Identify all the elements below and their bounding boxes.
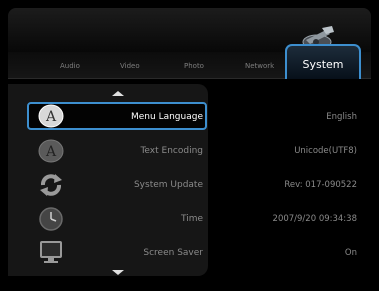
setting-label: Menu Language (131, 112, 203, 122)
a-letter-icon: A (38, 139, 64, 163)
setting-row-system-update[interactable]: System Update Rev: 017-090522 (0, 168, 379, 202)
setting-label: System Update (133, 180, 203, 190)
tab-system-label: System (302, 58, 344, 71)
setting-label: Text Encoding (140, 146, 203, 156)
scroll-down-arrow-icon[interactable] (112, 270, 124, 275)
setting-row-time[interactable]: Time 2007/9/20 09:34:38 (0, 202, 379, 236)
clock-icon (39, 207, 63, 231)
svg-text:A: A (45, 109, 57, 125)
refresh-arrows-icon (40, 174, 62, 196)
setting-value: Rev: 017-090522 (284, 180, 357, 190)
tab-video[interactable]: Video (120, 62, 140, 70)
tab-network[interactable]: Network (245, 62, 274, 70)
settings-screen: Audio Video Photo Network System A Menu … (0, 0, 379, 291)
tab-system[interactable]: System (285, 44, 361, 79)
svg-text:A: A (45, 144, 57, 160)
a-letter-icon: A (38, 104, 64, 128)
setting-value: 2007/9/20 09:34:38 (272, 214, 357, 224)
setting-label: Time (180, 214, 203, 224)
tab-photo[interactable]: Photo (184, 62, 204, 70)
setting-label: Screen Saver (143, 248, 203, 258)
setting-value: English (326, 112, 357, 122)
setting-row-menu-language[interactable]: A Menu Language English (0, 100, 379, 134)
setting-value: Unicode(UTF8) (294, 146, 357, 156)
setting-value: On (344, 248, 357, 258)
setting-row-text-encoding[interactable]: A Text Encoding Unicode(UTF8) (0, 134, 379, 168)
setting-row-screen-saver[interactable]: Screen Saver On (0, 236, 379, 270)
tab-audio[interactable]: Audio (60, 62, 80, 70)
monitor-icon (40, 241, 62, 263)
scroll-up-arrow-icon[interactable] (112, 91, 124, 96)
